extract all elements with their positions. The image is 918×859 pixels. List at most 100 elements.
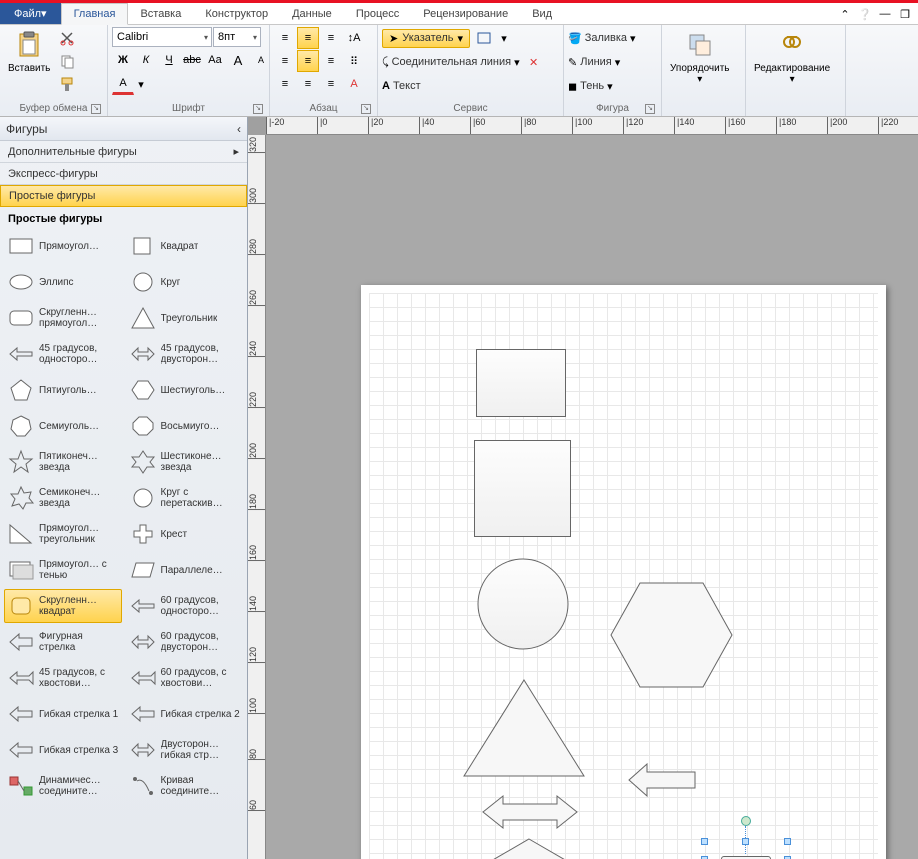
canvas-arrow-double[interactable] [481, 793, 579, 831]
shrink-font-icon[interactable]: A [250, 49, 272, 71]
canvas-triangle[interactable] [462, 678, 586, 778]
tab-home[interactable]: Главная [61, 3, 129, 25]
shape-stencil-item[interactable]: Крест [126, 517, 244, 551]
minimize-ribbon-icon[interactable]: ⌃ [836, 6, 854, 22]
editing-button[interactable]: Редактирование▾ [750, 27, 834, 87]
express-shapes-row[interactable]: Экспресс-фигуры [0, 163, 247, 185]
tab-review[interactable]: Рецензирование [411, 3, 520, 24]
minimize-window-icon[interactable]: — [876, 6, 894, 22]
text-tool[interactable]: Текст [393, 80, 421, 92]
panel-collapse-icon[interactable]: ‹ [237, 122, 241, 136]
align-mc-icon[interactable]: ≡ [297, 50, 319, 72]
bullets-icon[interactable]: ⠿ [343, 50, 365, 72]
shape-stencil-item[interactable]: Прямоугол… с тенью [4, 553, 122, 587]
italic-icon[interactable]: К [135, 49, 157, 71]
cut-icon[interactable] [56, 27, 78, 49]
align-tr-icon[interactable]: ≡ [320, 27, 342, 49]
shape-dialog-icon[interactable]: ↘ [645, 104, 655, 114]
shape-stencil-item[interactable]: Кривая соедините… [126, 769, 244, 803]
shape-stencil-item[interactable]: 45 градусов, двусторон… [126, 337, 244, 371]
rectangle-tool-icon[interactable] [473, 27, 495, 49]
simple-shapes-row[interactable]: Простые фигуры [0, 185, 247, 207]
connector-drop-icon[interactable]: ▾ [514, 56, 520, 69]
shape-stencil-item[interactable]: Пятиконеч… звезда [4, 445, 122, 479]
line-menu[interactable]: Линия [580, 56, 612, 68]
font-name-combo[interactable]: Calibri [112, 27, 212, 47]
canvas-circle[interactable] [477, 558, 570, 651]
shape-stencil-item[interactable]: Параллеле… [126, 553, 244, 587]
shape-stencil-item[interactable]: Скругленн… квадрат [4, 589, 122, 623]
connector-tool[interactable]: Соединительная линия [392, 56, 511, 68]
format-painter-icon[interactable] [56, 73, 78, 95]
shape-stencil-item[interactable]: Двусторон… гибкая стр… [126, 733, 244, 767]
canvas-pentagon[interactable] [489, 837, 569, 859]
resize-handle[interactable] [701, 838, 708, 845]
strike-icon[interactable]: abc [181, 49, 203, 71]
shape-stencil-item[interactable]: 60 градусов, односторо… [126, 589, 244, 623]
canvas-square[interactable] [474, 440, 571, 537]
tab-design[interactable]: Конструктор [193, 3, 280, 24]
tab-data[interactable]: Данные [280, 3, 344, 24]
drawing-page[interactable] [361, 285, 886, 859]
font-dialog-icon[interactable]: ↘ [253, 104, 263, 114]
align-tl-icon[interactable]: ≡ [274, 27, 296, 49]
fill-menu[interactable]: Заливка [585, 32, 627, 44]
rect-drop-icon[interactable]: ▾ [498, 27, 510, 49]
canvas-viewport[interactable] [266, 135, 918, 859]
align-ml-icon[interactable]: ≡ [274, 50, 296, 72]
shape-stencil-item[interactable]: Треугольник [126, 301, 244, 335]
shape-stencil-item[interactable]: 60 градусов, с хвостови… [126, 661, 244, 695]
text-direction-icon[interactable]: ↕A [343, 27, 365, 49]
align-br-icon[interactable]: ≡ [320, 73, 342, 95]
shape-stencil-item[interactable]: Прямоугол… [4, 229, 122, 263]
canvas-hexagon[interactable] [609, 581, 734, 689]
canvas-arrow-left[interactable] [627, 760, 697, 800]
shape-stencil-item[interactable]: Гибкая стрелка 3 [4, 733, 122, 767]
shape-stencil-item[interactable]: Гибкая стрелка 1 [4, 697, 122, 731]
copy-icon[interactable] [56, 50, 78, 72]
shape-stencil-item[interactable]: Гибкая стрелка 2 [126, 697, 244, 731]
para-dialog-icon[interactable]: ↘ [361, 104, 371, 114]
align-tc-icon[interactable]: ≡ [297, 27, 319, 49]
shape-stencil-item[interactable]: Фигурная стрелка [4, 625, 122, 659]
canvas-selected-rounded-square[interactable] [705, 842, 787, 859]
more-shapes-row[interactable]: Дополнительные фигуры▸ [0, 141, 247, 163]
clipboard-dialog-icon[interactable]: ↘ [91, 104, 101, 114]
tab-insert[interactable]: Вставка [128, 3, 193, 24]
shape-stencil-item[interactable]: Восьмиуго… [126, 409, 244, 443]
bold-icon[interactable]: Ж [112, 49, 134, 71]
underline-icon[interactable]: Ч [158, 49, 180, 71]
shape-stencil-item[interactable]: 60 градусов, двусторон… [126, 625, 244, 659]
resize-handle[interactable] [742, 838, 749, 845]
font-size-combo[interactable]: 8пт [213, 27, 261, 47]
tab-process[interactable]: Процесс [344, 3, 411, 24]
font-color-drop-icon[interactable]: ▾ [135, 73, 147, 95]
pointer-tool[interactable]: ➤ Указатель ▾ [382, 29, 470, 48]
align-mr-icon[interactable]: ≡ [320, 50, 342, 72]
paste-button[interactable]: Вставить [4, 27, 54, 76]
shape-stencil-item[interactable]: Прямоугол… треугольник [4, 517, 122, 551]
shape-stencil-item[interactable]: Круг с перетаскив… [126, 481, 244, 515]
delete-tool-icon[interactable]: ✕ [523, 51, 545, 73]
case-icon[interactable]: Aa [204, 49, 226, 71]
shape-stencil-item[interactable]: Скругленн… прямоугол… [4, 301, 122, 335]
file-tab[interactable]: Файл ▾ [0, 3, 61, 24]
shape-stencil-item[interactable]: 45 градусов, односторо… [4, 337, 122, 371]
align-bc-icon[interactable]: ≡ [297, 73, 319, 95]
grow-font-icon[interactable]: A [227, 49, 249, 71]
shape-stencil-item[interactable]: Шестиконе… звезда [126, 445, 244, 479]
shape-stencil-item[interactable]: 45 градусов, с хвостови… [4, 661, 122, 695]
font-color-icon[interactable]: A [112, 73, 134, 95]
shape-stencil-item[interactable]: Динамичес… соедините… [4, 769, 122, 803]
shape-stencil-item[interactable]: Шестиуголь… [126, 373, 244, 407]
tab-view[interactable]: Вид [520, 3, 564, 24]
help-icon[interactable]: ❔ [856, 6, 874, 22]
shape-stencil-item[interactable]: Круг [126, 265, 244, 299]
shape-stencil-item[interactable]: Семиуголь… [4, 409, 122, 443]
clear-format-icon[interactable]: A [343, 73, 365, 95]
shadow-menu[interactable]: Тень [580, 80, 604, 92]
arrange-button[interactable]: Упорядочить▾ [666, 27, 734, 87]
canvas-rectangle[interactable] [476, 349, 566, 417]
shape-stencil-item[interactable]: Эллипс [4, 265, 122, 299]
rotate-handle-icon[interactable] [741, 816, 751, 826]
